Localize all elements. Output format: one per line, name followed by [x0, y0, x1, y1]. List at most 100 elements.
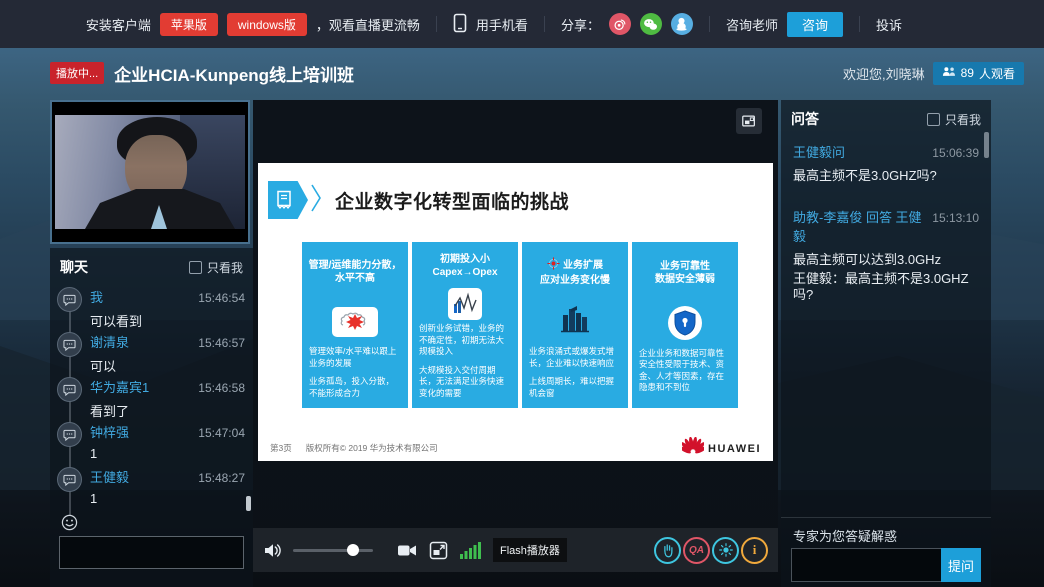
divider — [436, 16, 437, 32]
windows-version-button[interactable]: windows版 — [227, 13, 307, 36]
watch-on-mobile-button[interactable]: 用手机看 — [476, 15, 528, 34]
box-header: 应对业务变化慢 — [540, 274, 610, 288]
qa-only-me-label: 只看我 — [945, 111, 981, 128]
weibo-share-icon[interactable] — [609, 13, 631, 35]
chat-input[interactable] — [59, 536, 244, 569]
qa-panel: 问答 只看我 王健毅问 15:06:39 最高主频不是3.0GHZ吗? 助教-李… — [781, 100, 991, 587]
qa-header: 问答 只看我 — [781, 100, 991, 135]
chat-message-author: 谢清泉 — [90, 332, 129, 351]
volume-knob[interactable] — [347, 544, 359, 556]
starburst-icon — [332, 307, 378, 337]
slide-footer: 第3页 版权所有© 2019 华为技术有限公司 — [270, 442, 438, 454]
chat-message: 谢清泉 15:46:57 可以 — [50, 332, 253, 377]
chat-message-author: 华为嘉宾1 — [90, 377, 149, 396]
challenge-box-4: 业务可靠性 数据安全薄弱 企业业务和数据可靠性安全性受限于技术、资金、人才等因素… — [632, 242, 738, 408]
raise-hand-icon[interactable] — [654, 537, 681, 564]
expand-icon[interactable] — [736, 108, 762, 134]
chat-message-list: 我 15:46:54 可以看到 谢清泉 15:46:57 可以 华为嘉宾1 15:46… — [50, 283, 253, 515]
wechat-share-icon[interactable] — [640, 13, 662, 35]
chat-message-author: 我 — [90, 287, 103, 306]
chat-only-me-toggle[interactable]: 只看我 — [189, 259, 243, 276]
phone-icon — [453, 13, 467, 36]
consult-button[interactable]: 咨询 — [787, 12, 843, 37]
slide-challenge-boxes: 管理/运维能力分散，水平不高 管理效率/水平难以跟上业务的发展 业务孤岛，投入分… — [302, 242, 738, 408]
slide-title: 企业数字化转型面临的挑战 — [335, 187, 569, 214]
chat-message-time: 15:47:04 — [198, 426, 245, 440]
box-body-text: 管理效率/水平难以跟上业务的发展 — [309, 346, 401, 369]
qq-share-icon[interactable] — [671, 13, 693, 35]
smooth-hint-label: ，观看直播更流畅 — [316, 15, 420, 34]
chat-message-time: 15:46:57 — [198, 336, 245, 350]
slide-copyright: 版权所有© 2019 华为技术有限公司 — [306, 442, 438, 454]
qa-icon[interactable]: QA — [683, 537, 710, 564]
presenter-webcam-video[interactable] — [50, 100, 250, 244]
chat-bubble-icon — [57, 467, 82, 492]
chat-message-author: 钟梓强 — [90, 422, 129, 441]
screenshot-icon[interactable] — [429, 541, 448, 560]
qa-text: 最高主频可以达到3.0GHz — [793, 252, 979, 268]
huawei-brand-text: HUAWEI — [708, 443, 761, 455]
box-header: 业务可靠性 — [660, 260, 710, 274]
volume-slider[interactable] — [293, 549, 373, 552]
chat-message-text: 可以 — [90, 356, 245, 375]
chat-only-me-label: 只看我 — [207, 259, 243, 276]
settings-sun-icon[interactable] — [712, 537, 739, 564]
divider — [709, 16, 710, 32]
qa-only-me-toggle[interactable]: 只看我 — [927, 111, 981, 128]
box-body-text: 上线周期长，难以把握机会窗 — [529, 376, 621, 399]
qa-only-me-checkbox[interactable] — [927, 113, 940, 126]
chat-scrollbar[interactable] — [246, 496, 251, 511]
player-action-buttons: QA i — [654, 537, 768, 564]
webcam-picture — [55, 115, 245, 229]
chat-message-text: 1 — [90, 491, 245, 506]
ask-button[interactable]: 提问 — [941, 548, 981, 582]
line-chart-icon — [448, 288, 482, 320]
chat-message-text: 看到了 — [90, 401, 245, 420]
presentation-player: 企业数字化转型面临的挑战 管理/运维能力分散，水平不高 管理效率/水平难以跟上业… — [253, 100, 778, 572]
page-title: 企业HCIA-Kunpeng线上培训班 — [114, 61, 354, 86]
chat-message-time: 15:46:54 — [198, 291, 245, 305]
camera-icon[interactable] — [397, 543, 417, 558]
signal-bars-icon — [460, 542, 481, 559]
box-header: 初期投入小 — [440, 253, 490, 267]
chat-title: 聊天 — [60, 257, 88, 277]
divider — [859, 16, 860, 32]
consult-teacher-label: 咨询老师 — [726, 15, 778, 34]
document-flag-icon — [268, 181, 308, 219]
qa-text: 最高主频不是3.0GHZ吗? — [793, 168, 979, 184]
viewers-count: 89 — [961, 66, 974, 80]
chat-message-time: 15:46:58 — [198, 381, 245, 395]
box-header: Capex→Opex — [432, 266, 497, 280]
chat-message: 钟梓强 15:47:04 1 — [50, 422, 253, 467]
slide-page-number: 第3页 — [270, 442, 292, 454]
chat-message-time: 15:48:27 — [198, 471, 245, 485]
qa-scrollbar[interactable] — [984, 132, 989, 158]
box-header: 业务扩展 — [563, 259, 603, 273]
chat-bubble-icon — [57, 377, 82, 402]
viewers-count-badge: 89 人观看 — [933, 62, 1024, 85]
speaker-icon[interactable] — [263, 542, 283, 559]
challenge-box-2: 初期投入小 Capex→Opex 创新业务试错，业务的不确定性，初期无法大规模投… — [412, 242, 518, 408]
huawei-logo: HUAWEI — [682, 437, 761, 455]
smiley-icon[interactable] — [61, 514, 78, 536]
chat-only-me-checkbox[interactable] — [189, 261, 202, 274]
qa-text: 王健毅：最高主频不是3.0GHZ吗? — [793, 271, 979, 304]
chat-message-text: 1 — [90, 446, 245, 461]
box-body-text: 企业业务和数据可靠性安全性受限于技术、资金、人才等因素，存在隐患和不到位 — [639, 348, 731, 394]
viewers-label: 人观看 — [979, 65, 1015, 82]
chat-header: 聊天 只看我 — [50, 248, 253, 283]
qa-answer-item: 助教-李嘉俊 回答 王健毅 15:13:10 最高主频可以达到3.0GHz 王健… — [781, 200, 991, 307]
flash-player-label: Flash播放器 — [493, 538, 567, 562]
viewers-people-icon — [942, 66, 956, 80]
apple-version-button[interactable]: 苹果版 — [160, 13, 218, 36]
qa-author: 王健毅问 — [793, 142, 845, 161]
question-input[interactable] — [791, 548, 941, 582]
info-icon[interactable]: i — [741, 537, 768, 564]
playing-status-badge: 播放中... — [50, 62, 104, 84]
titlebar: 播放中... 企业HCIA-Kunpeng线上培训班 欢迎您,刘晓琳 89 人观… — [0, 48, 1044, 98]
chat-message-author: 王健毅 — [90, 467, 129, 486]
complaint-button[interactable]: 投诉 — [876, 15, 902, 34]
slide-title-row: 企业数字化转型面临的挑战 — [268, 181, 569, 219]
chat-message-text: 可以看到 — [90, 311, 245, 330]
slide: 企业数字化转型面临的挑战 管理/运维能力分散，水平不高 管理效率/水平难以跟上业… — [258, 163, 773, 461]
